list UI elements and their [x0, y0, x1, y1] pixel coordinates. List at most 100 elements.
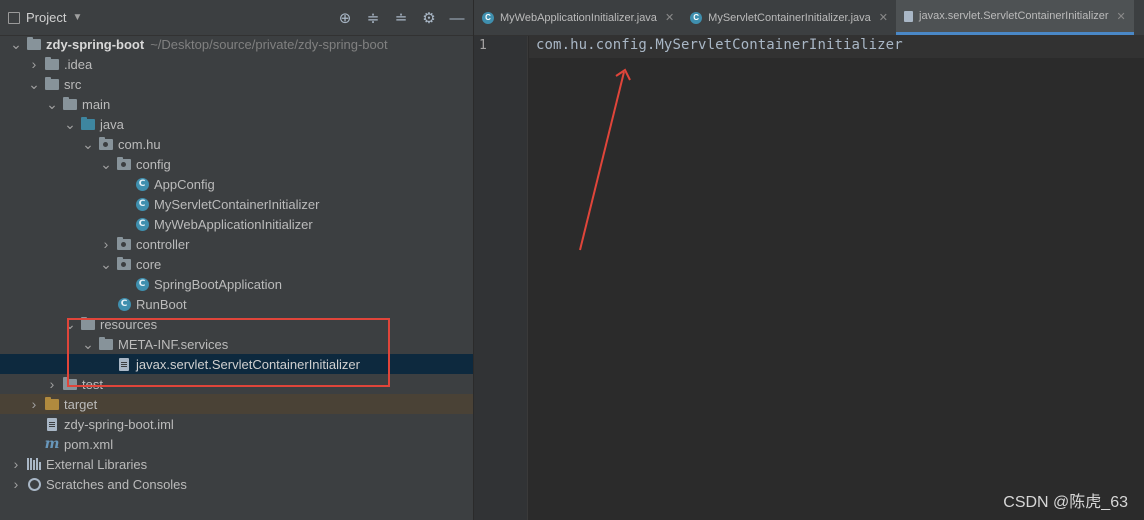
tree-item-label: main [82, 96, 111, 112]
chevron-right-icon[interactable]: › [10, 456, 22, 472]
libraries-icon [26, 457, 42, 471]
tree-item[interactable]: javax.servlet.ServletContainerInitialize… [0, 354, 473, 374]
tree-item[interactable]: ⌄ java [0, 114, 473, 134]
gear-icon[interactable]: ⚙ [421, 9, 437, 27]
tree-item[interactable]: › .idea [0, 54, 473, 74]
tree-item[interactable]: › controller [0, 234, 473, 254]
tree-item[interactable]: ⌄ resources [0, 314, 473, 334]
tree-item[interactable]: ⌄ core [0, 254, 473, 274]
tree-item[interactable]: › target [0, 394, 473, 414]
tree-item[interactable]: C MyWebApplicationInitializer [0, 214, 473, 234]
iml-file-icon [44, 417, 60, 431]
tree-item-label: META-INF.services [118, 336, 229, 352]
chevron-down-icon[interactable]: ⌄ [10, 36, 22, 53]
tree-item-label: test [82, 376, 103, 392]
class-icon: C [482, 11, 494, 24]
tree-item[interactable]: C MyServletContainerInitializer [0, 194, 473, 214]
chevron-right-icon[interactable]: › [100, 236, 112, 252]
tree-item-label: External Libraries [46, 456, 148, 472]
tree-item[interactable]: ⌄ config [0, 154, 473, 174]
module-folder-icon [26, 36, 42, 51]
tree-item[interactable]: › Scratches and Consoles [0, 474, 473, 494]
tree-item[interactable]: C RunBoot [0, 294, 473, 314]
tree-item-label: java [100, 116, 124, 132]
tree-item[interactable]: ⌄ META-INF.services [0, 334, 473, 354]
scratches-icon [26, 477, 42, 491]
chevron-right-icon[interactable]: › [28, 396, 40, 412]
module-path: ~/Desktop/source/private/zdy-spring-boot [150, 36, 388, 52]
tree-item[interactable]: C AppConfig [0, 174, 473, 194]
package-icon [98, 136, 114, 151]
chevron-down-icon[interactable]: ⌄ [100, 256, 112, 273]
tree-item[interactable]: ⌄ main [0, 94, 473, 114]
tab-label: javax.servlet.ServletContainerInitialize… [919, 10, 1109, 22]
tree-item-label: resources [100, 316, 158, 332]
project-panel: Project ▼ ⊕ ≑ ≐ ⚙ — ⌄ zdy-spring-boot ~/De… [0, 0, 474, 520]
chevron-down-icon[interactable]: ⌄ [64, 116, 76, 133]
class-icon: C [134, 197, 150, 211]
project-view-icon [8, 11, 20, 24]
tree-item-label: Scratches and Consoles [46, 476, 187, 492]
globe-icon[interactable]: ⊕ [337, 9, 353, 27]
chevron-down-icon[interactable]: ⌄ [82, 336, 94, 353]
excluded-folder-icon [44, 396, 60, 411]
code-line-1[interactable]: com.hu.config.MyServletContainerInitiali… [536, 37, 903, 53]
tree-item-label: SpringBootApplication [154, 276, 282, 292]
editor-tab[interactable]: javax.servlet.ServletContainerInitialize… [896, 0, 1134, 35]
chevron-down-icon[interactable]: ▼ [72, 12, 82, 23]
text-file-icon [904, 10, 914, 22]
class-icon: C [134, 217, 150, 231]
chevron-down-icon[interactable]: ⌄ [64, 316, 76, 333]
editor-tab[interactable]: C MyWebApplicationInitializer.java ✕ [474, 0, 682, 35]
folder-icon [98, 336, 114, 351]
folder-icon [62, 96, 78, 111]
tree-item-label: MyServletContainerInitializer [154, 196, 320, 212]
project-title[interactable]: Project [26, 10, 66, 25]
class-icon: C [690, 11, 703, 24]
package-icon [116, 236, 132, 251]
tree-item[interactable]: ⌄ src [0, 74, 473, 94]
tree-item-label: .idea [64, 56, 93, 72]
chevron-right-icon[interactable]: › [46, 376, 58, 392]
tree-item[interactable]: C SpringBootApplication [0, 274, 473, 294]
chevron-down-icon[interactable]: ⌄ [100, 156, 112, 173]
close-icon[interactable]: ✕ [879, 11, 888, 24]
maven-icon: m [44, 436, 60, 452]
tree-item[interactable]: › test [0, 374, 473, 394]
tree-item-label: pom.xml [64, 436, 114, 452]
line-gutter: 1 [474, 36, 528, 520]
class-icon: C [134, 277, 150, 291]
collapse-all-icon[interactable]: ≐ [393, 9, 409, 27]
editor-tab[interactable]: C MyServletContainerInitializer.java ✕ [682, 0, 896, 35]
tree-item[interactable]: ⌄ com.hu [0, 134, 473, 154]
tree-item-label: target [64, 396, 98, 412]
close-icon[interactable]: ✕ [1117, 10, 1126, 23]
tree-item-label: MyWebApplicationInitializer [154, 216, 313, 232]
line-number: 1 [479, 38, 487, 53]
tree-item-label: com.hu [118, 136, 161, 152]
tree-item-label: zdy-spring-boot [46, 36, 145, 52]
chevron-down-icon[interactable]: ⌄ [46, 96, 58, 113]
chevron-right-icon[interactable]: › [10, 476, 22, 492]
source-folder-icon [80, 116, 96, 131]
class-icon: C [134, 177, 150, 191]
tree-item-label: AppConfig [154, 176, 215, 192]
tree-item[interactable]: ⌄ zdy-spring-boot ~/Desktop/source/private… [0, 34, 473, 54]
class-icon: C [116, 297, 132, 311]
chevron-down-icon[interactable]: ⌄ [28, 76, 40, 93]
hide-icon[interactable]: — [449, 10, 465, 27]
tab-label: MyWebApplicationInitializer.java [500, 11, 657, 24]
folder-icon [44, 56, 60, 71]
package-icon [116, 256, 132, 271]
tree-item-label: config [136, 156, 171, 172]
chevron-down-icon[interactable]: ⌄ [82, 136, 94, 153]
tree-item[interactable]: › External Libraries [0, 454, 473, 474]
expand-all-icon[interactable]: ≑ [365, 9, 381, 27]
folder-icon [44, 76, 60, 91]
tree-item[interactable]: m pom.xml [0, 434, 473, 454]
tree-item-label: zdy-spring-boot.iml [64, 416, 174, 432]
tree-item[interactable]: zdy-spring-boot.iml [0, 414, 473, 434]
chevron-right-icon[interactable]: › [28, 56, 40, 72]
close-icon[interactable]: ✕ [665, 11, 674, 24]
text-file-icon [116, 357, 132, 371]
